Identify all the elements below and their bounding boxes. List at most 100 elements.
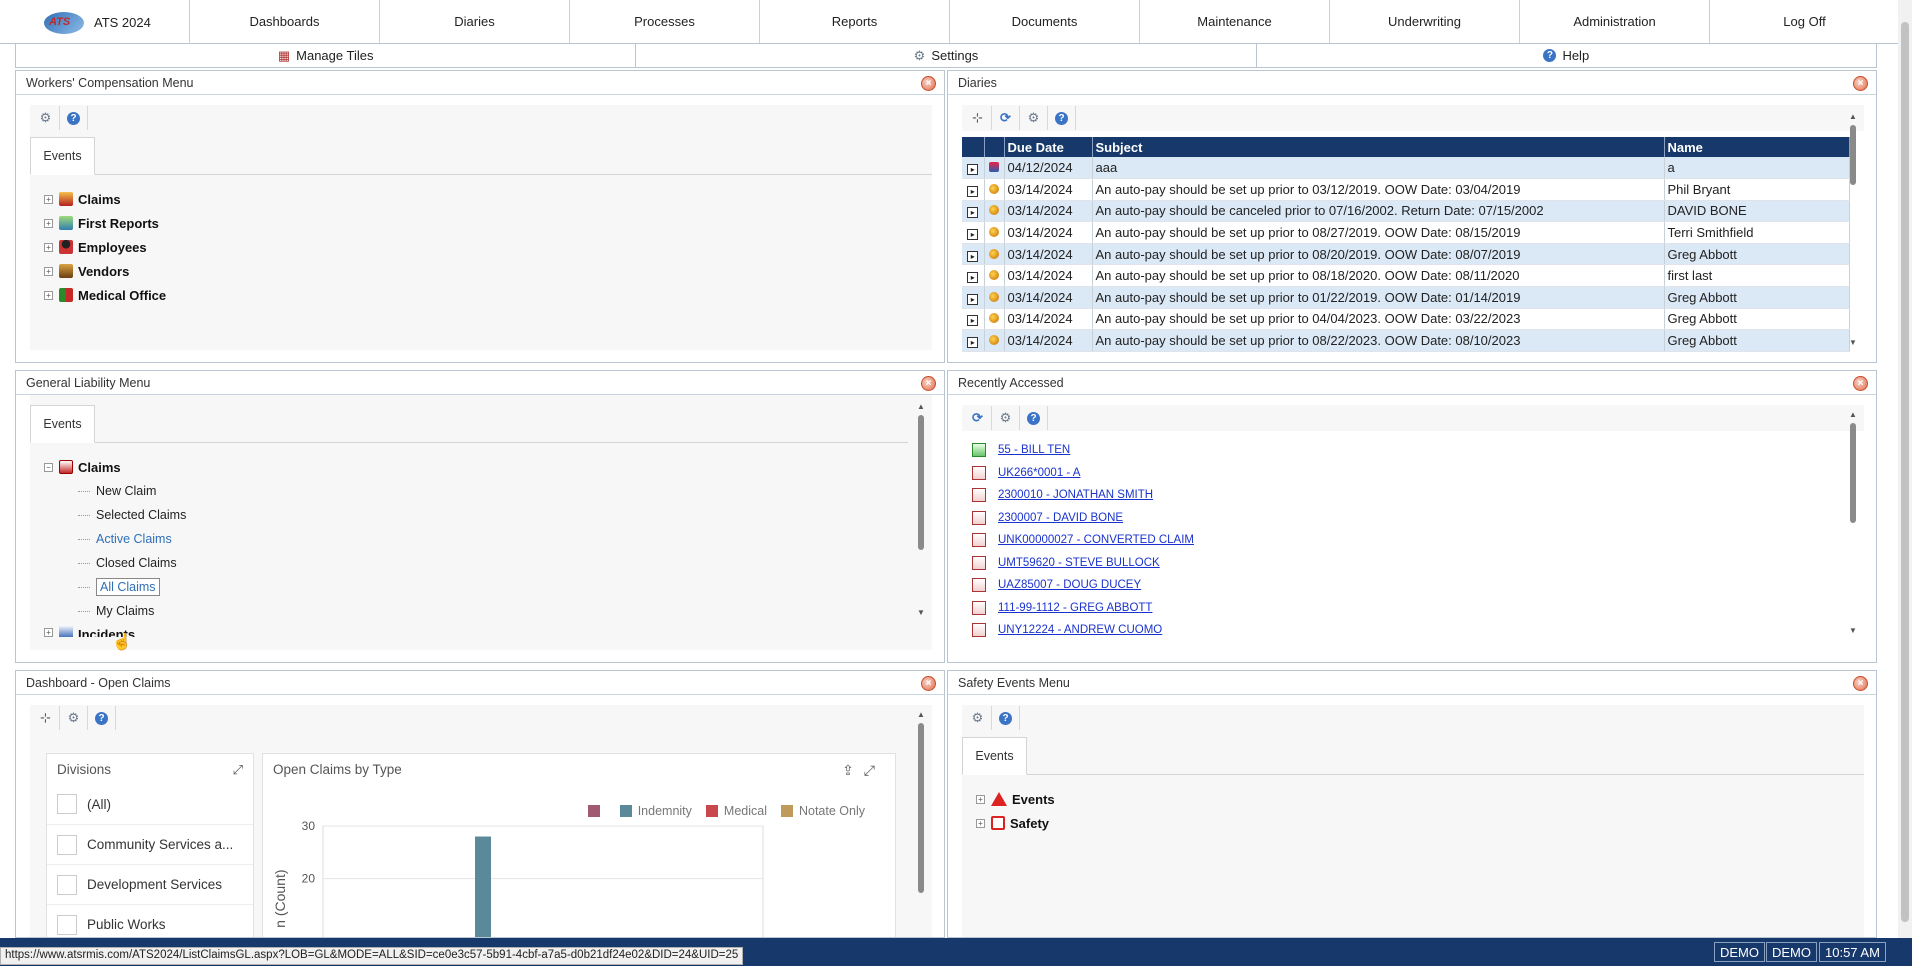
nav-log-off[interactable]: Log Off bbox=[1710, 0, 1900, 43]
nav-maintenance[interactable]: Maintenance bbox=[1140, 0, 1330, 43]
col-name[interactable]: Name bbox=[1664, 137, 1850, 157]
recent-link[interactable]: UAZ85007 - DOUG DUCEY bbox=[998, 579, 1141, 591]
tree-node-safety[interactable]: + Safety bbox=[976, 811, 1864, 835]
expand-icon[interactable]: + bbox=[976, 794, 985, 804]
gear-icon[interactable]: ⚙ bbox=[32, 106, 60, 130]
diary-row[interactable]: ▸ 03/14/2024 An auto-pay should be set up … bbox=[962, 178, 1850, 201]
manage-tiles-button[interactable]: ▦ Manage Tiles bbox=[16, 44, 637, 67]
tree-item-active-claims[interactable]: Active Claims bbox=[44, 527, 932, 551]
gear-icon[interactable]: ⚙ bbox=[964, 706, 992, 730]
diary-row[interactable]: ▸ 04/12/2024 aaa a bbox=[962, 157, 1850, 180]
help-icon[interactable]: ? bbox=[88, 706, 116, 730]
expand-icon[interactable]: + bbox=[44, 194, 53, 204]
diary-row[interactable]: ▸ 03/14/2024 An auto-pay should be cancele… bbox=[962, 200, 1850, 223]
diary-row[interactable]: ▸ 03/14/2024 An auto-pay should be set up … bbox=[962, 221, 1850, 244]
expand-row-icon[interactable]: ▸ bbox=[967, 272, 979, 284]
close-icon[interactable]: × bbox=[921, 676, 936, 691]
division-option[interactable]: Development Services bbox=[47, 864, 253, 904]
col-subject[interactable]: Subject bbox=[1092, 137, 1665, 157]
expand-row-icon[interactable]: ▸ bbox=[967, 337, 979, 349]
diary-row[interactable]: ▸ 03/14/2024 An auto-pay should be set up … bbox=[962, 286, 1850, 309]
gear-icon[interactable]: ⚙ bbox=[60, 706, 88, 730]
tree-node-employees[interactable]: + Employees bbox=[44, 235, 932, 259]
tree-item-all-claims[interactable]: All Claims bbox=[44, 575, 932, 599]
tree-item-selected-claims[interactable]: Selected Claims bbox=[44, 503, 932, 527]
col-due-date[interactable]: Due Date bbox=[1004, 137, 1093, 157]
collapse-icon[interactable]: − bbox=[44, 462, 53, 472]
close-icon[interactable]: × bbox=[921, 76, 936, 91]
expand-row-icon[interactable]: ▸ bbox=[967, 250, 979, 262]
window-scrollbar[interactable] bbox=[1898, 0, 1912, 938]
close-icon[interactable]: × bbox=[1853, 676, 1868, 691]
recent-link[interactable]: UK266*0001 - A bbox=[998, 467, 1080, 479]
recent-link[interactable]: UNK00000027 - CONVERTED CLAIM bbox=[998, 534, 1194, 546]
diaries-scrollbar[interactable]: ▲ ▼ bbox=[1848, 111, 1858, 352]
diary-row[interactable]: ▸ 03/14/2024 An auto-pay should be set up … bbox=[962, 308, 1850, 331]
checkbox[interactable] bbox=[57, 914, 77, 935]
diary-row[interactable]: ▸ 03/14/2024 An auto-pay should be set up … bbox=[962, 243, 1850, 266]
expand-row-icon[interactable]: ▸ bbox=[967, 293, 979, 305]
close-icon[interactable]: × bbox=[1853, 76, 1868, 91]
recent-link[interactable]: 2300010 - JONATHAN SMITH bbox=[998, 489, 1153, 501]
expand-icon[interactable]: ⤢ bbox=[864, 762, 885, 778]
nav-dashboards[interactable]: Dashboards bbox=[190, 0, 380, 43]
app-logo[interactable]: ATS ATS 2024 bbox=[0, 0, 190, 44]
expand-icon[interactable]: + bbox=[44, 290, 53, 300]
tree-node-incidents[interactable]: + Incidents bbox=[44, 623, 932, 637]
help-icon[interactable]: ? bbox=[992, 706, 1020, 730]
expand-icon[interactable]: + bbox=[44, 266, 53, 276]
division-option[interactable]: Community Services a... bbox=[47, 824, 253, 864]
settings-button[interactable]: ⚙ Settings bbox=[636, 44, 1257, 67]
nav-processes[interactable]: Processes bbox=[570, 0, 760, 43]
nav-diaries[interactable]: Diaries bbox=[380, 0, 570, 43]
recent-link[interactable]: 111-99-1112 - GREG ABBOTT bbox=[998, 602, 1152, 614]
expand-row-icon[interactable]: ▸ bbox=[967, 164, 979, 176]
help-icon[interactable]: ? bbox=[60, 106, 88, 130]
tree-node-claims[interactable]: − Claims bbox=[44, 455, 932, 479]
diary-row[interactable]: ▸ 03/14/2024 An auto-pay should be set up … bbox=[962, 329, 1850, 352]
division-option[interactable]: Public Works bbox=[47, 904, 253, 937]
tree-item-closed-claims[interactable]: Closed Claims bbox=[44, 551, 932, 575]
tree-node-first-reports[interactable]: + First Reports bbox=[44, 211, 932, 235]
close-icon[interactable]: × bbox=[1853, 376, 1868, 391]
tree-node-vendors[interactable]: + Vendors bbox=[44, 259, 932, 283]
diary-row[interactable]: ▸ 03/14/2024 An auto-pay should be set up … bbox=[962, 264, 1850, 288]
tab-events[interactable]: Events bbox=[30, 137, 95, 175]
expand-icon[interactable]: ⤢ bbox=[233, 762, 243, 778]
tab-events[interactable]: Events bbox=[962, 737, 1027, 775]
recent-scrollbar[interactable]: ▲ ▼ bbox=[1848, 409, 1858, 652]
checkbox[interactable] bbox=[57, 794, 77, 814]
select-icon[interactable]: ⊹ bbox=[964, 106, 992, 130]
tree-node-medical-office[interactable]: + Medical Office bbox=[44, 283, 932, 307]
gear-icon[interactable]: ⚙ bbox=[992, 406, 1020, 430]
nav-administration[interactable]: Administration bbox=[1520, 0, 1710, 43]
recent-link[interactable]: 55 - BILL TEN bbox=[998, 444, 1070, 456]
tree-item-new-claim[interactable]: New Claim bbox=[44, 479, 932, 503]
tree-node-claims[interactable]: + Claims bbox=[44, 187, 932, 211]
refresh-icon[interactable]: ⟳ bbox=[992, 106, 1020, 130]
dashboard-scrollbar[interactable]: ▲ bbox=[916, 709, 926, 937]
checkbox[interactable] bbox=[57, 874, 77, 895]
tree-node-events[interactable]: + Events bbox=[976, 787, 1864, 811]
expand-row-icon[interactable]: ▸ bbox=[967, 185, 979, 197]
recent-link[interactable]: UMT59620 - STEVE BULLOCK bbox=[998, 557, 1160, 569]
help-icon[interactable]: ? bbox=[1020, 406, 1048, 430]
gl-scrollbar[interactable]: ▲ ▼ bbox=[916, 401, 926, 646]
expand-icon[interactable]: + bbox=[44, 218, 53, 228]
nav-underwriting[interactable]: Underwriting bbox=[1330, 0, 1520, 43]
tab-events[interactable]: Events bbox=[30, 405, 95, 443]
help-icon[interactable]: ? bbox=[1048, 106, 1076, 130]
expand-row-icon[interactable]: ▸ bbox=[967, 315, 979, 327]
select-icon[interactable]: ⊹ bbox=[32, 706, 60, 730]
expand-row-icon[interactable]: ▸ bbox=[967, 207, 979, 219]
division-option[interactable]: (All) bbox=[47, 784, 253, 824]
gear-icon[interactable]: ⚙ bbox=[1020, 106, 1048, 130]
expand-row-icon[interactable]: ▸ bbox=[967, 229, 979, 241]
expand-icon[interactable]: + bbox=[976, 818, 985, 828]
recent-link[interactable]: 2300007 - DAVID BONE bbox=[998, 512, 1123, 524]
expand-icon[interactable]: + bbox=[44, 242, 53, 252]
share-icon[interactable]: ⇪ bbox=[842, 762, 864, 778]
refresh-icon[interactable]: ⟳ bbox=[964, 406, 992, 430]
nav-documents[interactable]: Documents bbox=[950, 0, 1140, 43]
close-icon[interactable]: × bbox=[921, 376, 936, 391]
